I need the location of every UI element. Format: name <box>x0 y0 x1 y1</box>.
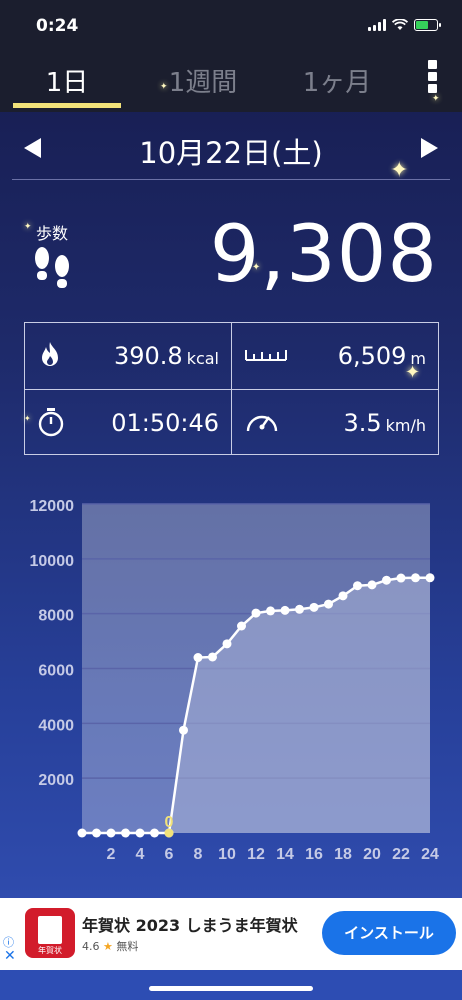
calories-unit: kcal <box>186 349 219 368</box>
distance-value: 6,509 <box>337 342 407 370</box>
speed-cell: 3.5 km/h <box>232 390 438 456</box>
ad-icon-tag: 年賀状 <box>38 946 62 955</box>
x-tick-label: 14 <box>276 846 294 863</box>
data-point <box>92 828 101 838</box>
data-point <box>121 828 130 838</box>
ad-price: 無料 <box>116 940 139 953</box>
data-point <box>396 573 406 583</box>
y-tick-label: 2000 <box>38 772 74 789</box>
data-point <box>135 828 145 838</box>
tab-day[interactable]: 1日 <box>12 62 122 99</box>
data-point <box>382 575 391 585</box>
data-point <box>411 573 420 583</box>
home-area <box>0 970 462 1000</box>
data-point <box>106 828 116 838</box>
steps-value: 9,308 <box>209 210 438 300</box>
x-tick-label: 2 <box>107 846 116 863</box>
y-tick-label: 8000 <box>38 608 74 625</box>
battery-icon <box>414 19 441 31</box>
time-cell: 01:50:46 <box>25 390 231 456</box>
data-point <box>280 605 290 615</box>
calories-cell: 390.8 kcal <box>25 323 231 389</box>
x-tick-label: 18 <box>334 846 352 863</box>
install-button[interactable]: インストール <box>322 911 456 955</box>
ad-title[interactable]: 年賀状 2023 しまうま年賀状 <box>82 912 298 936</box>
more-menu-button[interactable] <box>422 56 442 96</box>
data-point <box>208 652 217 662</box>
tab-month[interactable]: 1ヶ月 <box>282 62 392 99</box>
x-tick-label: 16 <box>305 846 323 863</box>
data-point <box>222 639 232 649</box>
data-point <box>367 580 377 590</box>
status-icons <box>368 19 441 31</box>
speed-value: 3.5 <box>343 409 382 437</box>
x-tick-label: 10 <box>218 846 236 863</box>
sparkle-icon: ✦ <box>405 362 421 383</box>
ad-banner[interactable]: ⓘ ✕ 年賀状 年賀状 2023 しまうま年賀状 4.6 ★ 無料 インストール <box>0 898 462 970</box>
x-tick-label: 4 <box>136 846 145 863</box>
x-tick-label: 12 <box>247 846 265 863</box>
annotation-label: 0 <box>165 814 174 831</box>
calories-value: 390.8 <box>113 342 183 370</box>
x-tick-label: 6 <box>165 846 174 863</box>
next-day-button[interactable] <box>421 138 438 158</box>
stopwatch-icon <box>38 408 64 437</box>
date-label: 10月22日(土) <box>139 136 323 170</box>
data-point <box>353 581 362 591</box>
steps-chart: 200040006000800010000120002 4 6 8 10 12 14 16 18… <box>30 498 440 863</box>
data-point <box>425 573 435 583</box>
signal-icon <box>368 19 386 31</box>
y-tick-label: 4000 <box>38 717 74 734</box>
data-point <box>309 602 319 612</box>
status-bar: 0:24 <box>0 0 462 56</box>
steps-label: 歩数 <box>36 224 69 243</box>
date-navigator: 10月22日(土) <box>12 120 450 180</box>
sparkle-icon: ✦ <box>432 94 440 104</box>
data-point <box>193 653 203 663</box>
y-tick-label: 10000 <box>30 553 75 570</box>
stats-panel: 390.8 kcal 6,509 m 01:50:46 3.5 km/h <box>24 322 439 455</box>
x-tick-label: 24 <box>421 846 439 863</box>
x-tick-label: 22 <box>392 846 410 863</box>
data-point <box>179 725 188 735</box>
ruler-icon <box>245 350 287 361</box>
speed-unit: km/h <box>385 416 426 435</box>
data-point <box>237 621 246 631</box>
footprints-icon <box>35 247 69 288</box>
active-tab-indicator <box>13 103 121 108</box>
data-point <box>266 606 275 616</box>
time-value: 01:50:46 <box>111 409 219 437</box>
ad-app-icon[interactable]: 年賀状 <box>25 908 75 958</box>
home-indicator[interactable] <box>149 986 313 991</box>
data-point <box>251 608 261 618</box>
tab-week[interactable]: 1週間 <box>148 62 258 99</box>
data-point <box>324 599 333 609</box>
sparkle-icon: ✦ <box>160 82 168 92</box>
sparkle-icon: ✦ <box>390 158 409 183</box>
y-tick-label: 12000 <box>30 498 75 515</box>
data-point <box>338 591 348 601</box>
sparkle-icon: ✦ <box>24 222 32 232</box>
sparkle-icon: ✦ <box>252 262 261 273</box>
y-tick-label: 6000 <box>38 663 74 680</box>
fire-icon <box>42 342 58 366</box>
data-point <box>150 828 159 838</box>
ad-close-icon[interactable]: ✕ <box>4 948 16 964</box>
ad-rating-value: 4.6 <box>82 940 100 953</box>
ad-rating: 4.6 ★ 無料 <box>82 938 138 954</box>
star-icon: ★ <box>103 940 113 953</box>
sparkle-icon: ✦ <box>24 414 31 423</box>
wifi-icon <box>392 19 408 30</box>
status-time: 0:24 <box>36 16 79 36</box>
x-tick-label: 20 <box>363 846 381 863</box>
tab-bar: 1日 1週間 1ヶ月 <box>0 56 462 112</box>
speedometer-icon <box>246 415 278 432</box>
x-tick-label: 8 <box>194 846 203 863</box>
data-point <box>295 604 304 614</box>
data-point <box>77 828 87 838</box>
